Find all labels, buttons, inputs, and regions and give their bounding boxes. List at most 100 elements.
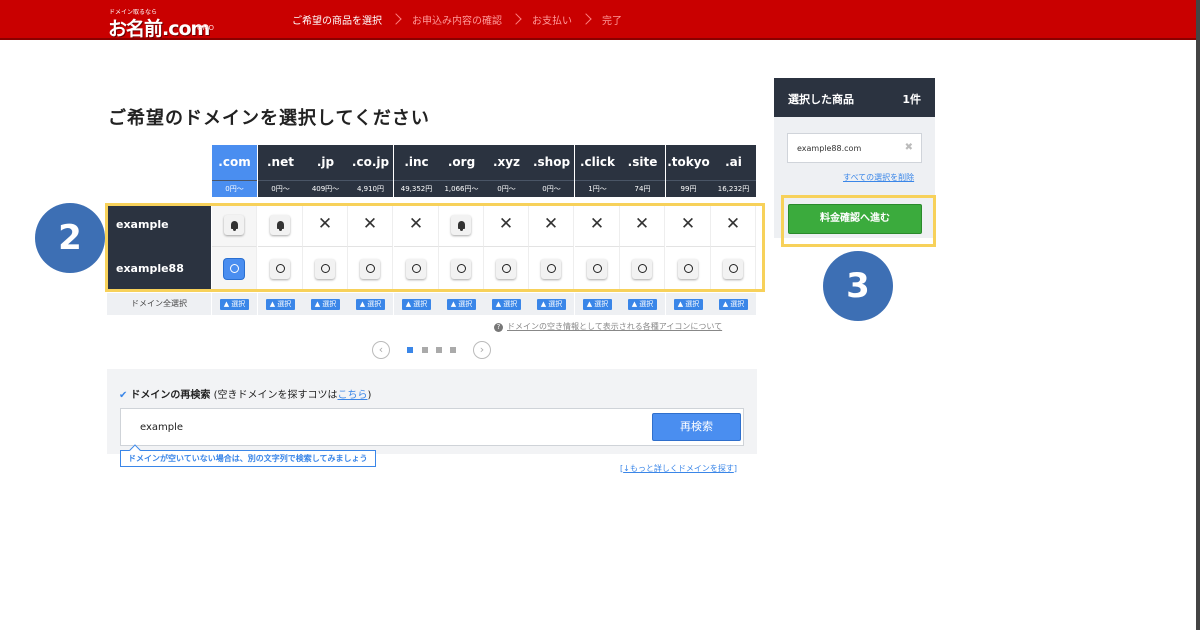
research-title-text: ドメインの再検索 [130, 390, 211, 401]
select-column-button[interactable]: ▲ 選択 [673, 298, 704, 310]
availability-cell: ✕ [575, 203, 620, 247]
availability-cell: ✕ [666, 203, 711, 247]
more-search-link[interactable]: [↓もっと詳しくドメインを探す] [620, 463, 737, 474]
select-column-button[interactable]: ▲ 選択 [265, 298, 296, 310]
availability-cell[interactable] [620, 247, 665, 291]
select-column-button[interactable]: ▲ 選択 [536, 298, 567, 310]
availability-cell[interactable] [303, 247, 348, 291]
research-hint-end: ) [367, 390, 372, 401]
clear-all-link[interactable]: すべての選択を削除 [843, 172, 914, 183]
availability-cell[interactable] [348, 247, 393, 291]
tld-header[interactable]: .click [575, 145, 620, 180]
available-toggle[interactable] [406, 258, 426, 279]
available-toggle[interactable] [587, 258, 607, 279]
availability-cell[interactable] [394, 247, 439, 291]
select-column-button[interactable]: ▲ 選択 [582, 298, 613, 310]
row-label: example88 [107, 247, 211, 291]
available-toggle[interactable] [678, 258, 698, 279]
unavailable-icon: ✕ [543, 214, 559, 234]
select-column-button[interactable]: ▲ 選択 [491, 298, 522, 310]
unavailable-icon: ✕ [317, 214, 333, 234]
availability-cell[interactable] [212, 247, 257, 291]
available-toggle[interactable] [270, 258, 290, 279]
more-search-link-text: ↓もっと詳しくドメインを探す [623, 464, 734, 473]
select-column-button[interactable]: ▲ 選択 [401, 298, 432, 310]
logo-brand: GMO [197, 24, 214, 32]
header-bar: ドメイン取るなら お名前.com GMO ご希望の商品を選択 お申込み内容の確認お… [0, 0, 1196, 40]
available-toggle[interactable] [224, 258, 244, 279]
tld-header[interactable]: .inc [394, 145, 439, 180]
tld-header[interactable]: .co.jp [348, 145, 393, 180]
select-all-cell: ▲ 選択 [212, 293, 257, 315]
availability-cell[interactable] [258, 247, 303, 291]
tld-header[interactable]: .com [212, 145, 257, 180]
tld-price: 0円〜 [258, 180, 303, 197]
select-column-button[interactable]: ▲ 選択 [446, 298, 477, 310]
select-column-button[interactable]: ▲ 選択 [718, 298, 749, 310]
research-hint-link[interactable]: こちら [337, 390, 367, 401]
page-dot[interactable] [422, 347, 428, 353]
prev-page-icon[interactable]: ‹ [372, 341, 390, 359]
notify-button[interactable] [451, 214, 471, 235]
highlight-box-proceed [781, 195, 936, 247]
next-page-icon[interactable]: › [473, 341, 491, 359]
available-toggle[interactable] [541, 258, 561, 279]
available-toggle[interactable] [451, 258, 471, 279]
select-all-cell: ▲ 選択 [439, 293, 484, 315]
select-column-button[interactable]: ▲ 選択 [310, 298, 341, 310]
page-dot[interactable] [450, 347, 456, 353]
availability-cell[interactable] [711, 247, 756, 291]
selected-item: example88.com ✖ [787, 133, 922, 163]
select-column-button[interactable]: ▲ 選択 [627, 298, 658, 310]
tld-header[interactable]: .site [620, 145, 665, 180]
availability-cell[interactable] [439, 247, 484, 291]
tld-header[interactable]: .net [258, 145, 303, 180]
availability-cell: ✕ [303, 203, 348, 247]
available-toggle[interactable] [315, 258, 335, 279]
panel-header: 選択した商品 1件 [774, 78, 935, 117]
availability-cell[interactable] [212, 203, 257, 247]
available-toggle[interactable] [496, 258, 516, 279]
tld-header[interactable]: .shop [529, 145, 574, 180]
panel-title: 選択した商品 [788, 93, 854, 106]
select-column-button[interactable]: ▲ 選択 [219, 298, 250, 310]
close-icon[interactable]: ✖ [905, 142, 913, 153]
select-column-button[interactable]: ▲ 選択 [355, 298, 386, 310]
page-dot[interactable] [407, 347, 413, 353]
tld-price: 0円〜 [212, 180, 257, 197]
select-all-cell: ▲ 選択 [484, 293, 529, 315]
available-toggle[interactable] [360, 258, 380, 279]
notify-button[interactable] [224, 214, 244, 235]
availability-cell: ✕ [529, 203, 574, 247]
availability-cell[interactable] [575, 247, 620, 291]
research-hint: (空きドメインを探すコツは [213, 390, 338, 401]
tld-header[interactable]: .xyz [484, 145, 529, 180]
tld-header[interactable]: .jp [303, 145, 348, 180]
availability-cell: ✕ [620, 203, 665, 247]
availability-cell[interactable] [258, 203, 303, 247]
research-button[interactable]: 再検索 [652, 413, 741, 441]
tld-header[interactable]: .org [439, 145, 484, 180]
icon-help-link[interactable]: ? ドメインの空き情報として表示される各種アイコンについて [494, 321, 722, 332]
available-icon [501, 264, 511, 273]
select-all-cell: ▲ 選択 [529, 293, 574, 315]
select-all-label: ドメイン全選択 [107, 293, 211, 315]
available-toggle[interactable] [723, 258, 743, 279]
tld-header[interactable]: .tokyo [666, 145, 711, 180]
tld-price: 16,232円 [711, 180, 756, 197]
availability-cell[interactable] [484, 247, 529, 291]
notify-button[interactable] [270, 214, 290, 235]
page-title: ご希望のドメインを選択してください [108, 108, 430, 129]
page-dot[interactable] [436, 347, 442, 353]
availability-cell[interactable] [529, 247, 574, 291]
availability-cell[interactable] [666, 247, 711, 291]
available-icon [275, 264, 285, 273]
research-input-value[interactable]: example [140, 422, 183, 433]
select-all-cell: ▲ 選択 [258, 293, 303, 315]
availability-cell[interactable] [439, 203, 484, 247]
available-icon [728, 264, 738, 273]
available-toggle[interactable] [632, 258, 652, 279]
research-input[interactable]: example 再検索 [120, 408, 744, 446]
step-4: 完了 [602, 16, 622, 27]
tld-header[interactable]: .ai [711, 145, 756, 180]
